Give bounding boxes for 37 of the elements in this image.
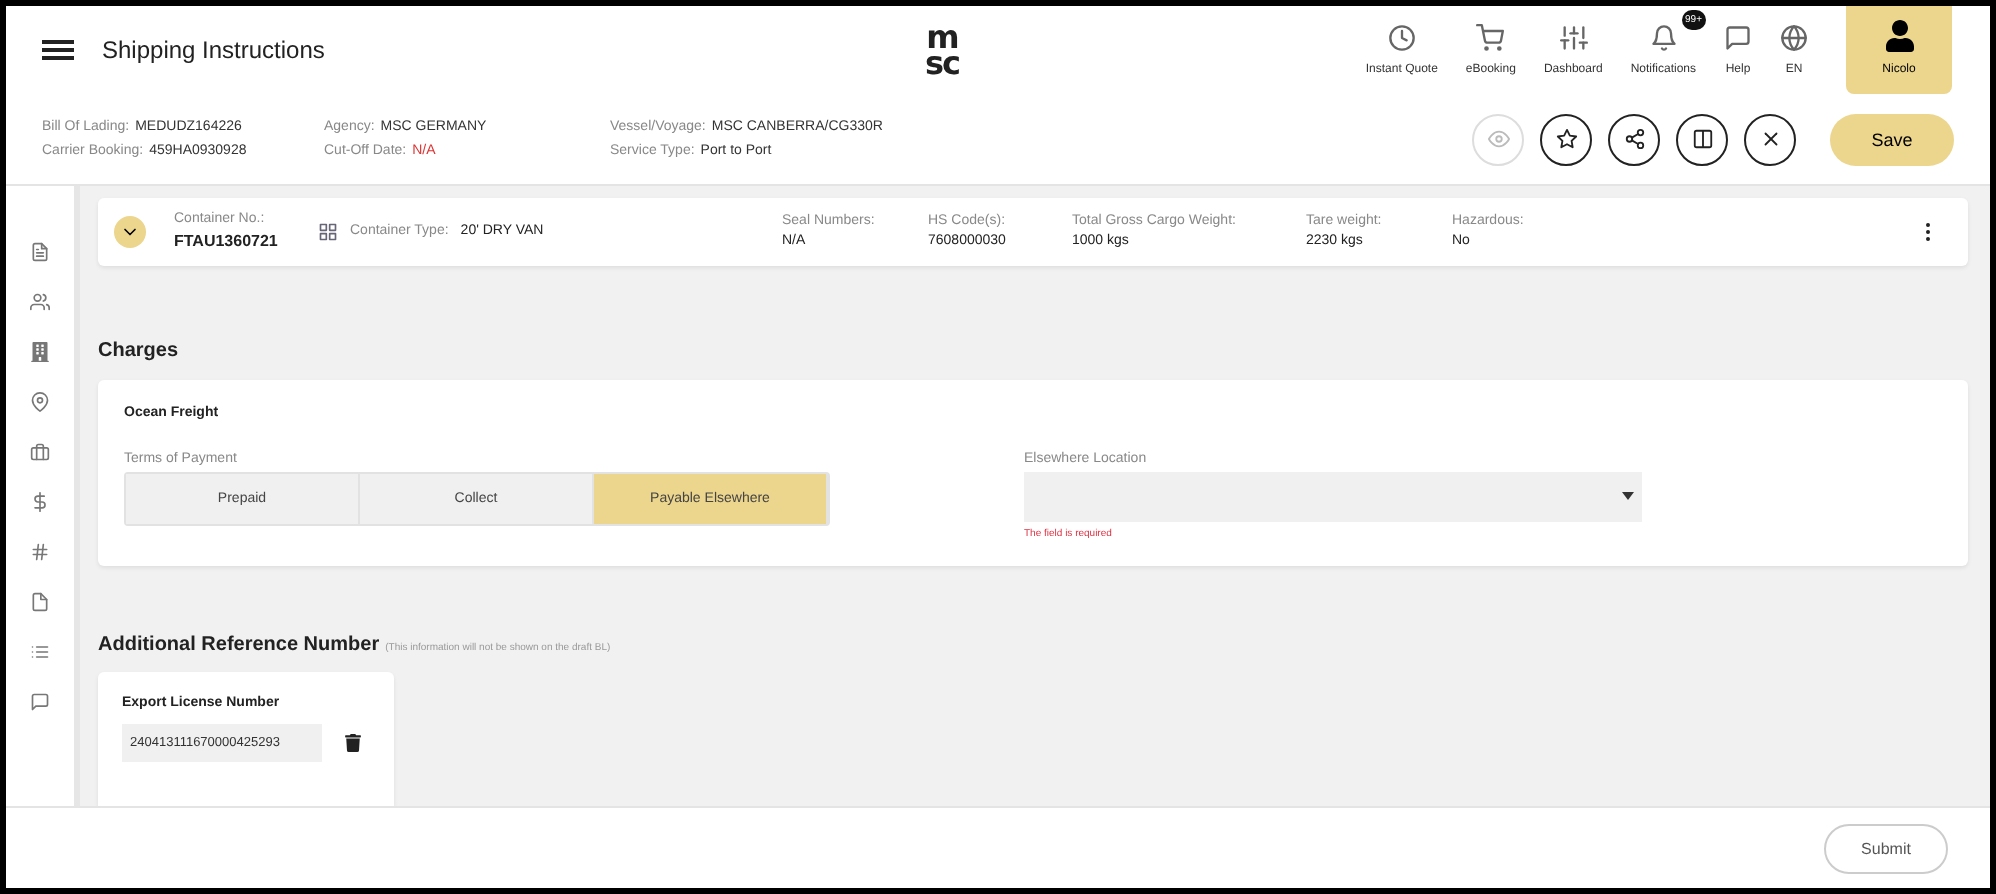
container-number: FTAU1360721 [174, 232, 280, 251]
document-icon[interactable] [30, 242, 50, 262]
eye-icon [1487, 128, 1509, 150]
page-title: Shipping Instructions [102, 36, 327, 64]
expand-button[interactable] [114, 215, 146, 248]
bell-icon [1649, 24, 1678, 52]
map-pin-icon[interactable] [30, 392, 50, 412]
comment-icon[interactable] [30, 692, 50, 712]
star-button[interactable] [1540, 113, 1592, 165]
people-icon[interactable] [30, 292, 50, 312]
dropdown-caret-icon [1622, 492, 1634, 501]
briefcase-icon[interactable] [30, 442, 50, 462]
container-icon [318, 221, 338, 242]
delete-icon[interactable] [344, 733, 362, 752]
close-icon [1759, 128, 1781, 150]
user-icon [1883, 20, 1915, 52]
checklist-icon[interactable] [30, 642, 50, 662]
file-icon[interactable] [30, 592, 50, 612]
split-panel-icon [1691, 128, 1713, 150]
share-icon [1623, 128, 1645, 150]
sliders-icon [1559, 24, 1588, 52]
chat-bubble-icon [1724, 24, 1752, 52]
save-button[interactable]: Save [1830, 113, 1954, 165]
section-heading: Additional Reference Number [98, 633, 380, 656]
hash-icon[interactable] [30, 542, 50, 562]
globe-icon [1780, 24, 1808, 52]
share-button[interactable] [1608, 113, 1660, 165]
star-icon [1555, 128, 1577, 150]
logo[interactable]: m sc [902, 24, 982, 76]
compare-button[interactable] [1676, 113, 1728, 165]
submit-button[interactable]: Submit [1824, 823, 1948, 873]
building-icon[interactable] [30, 342, 50, 362]
dollar-icon[interactable] [30, 492, 50, 512]
section-heading: Charges [98, 339, 181, 362]
menu-button[interactable] [42, 38, 74, 62]
close-button[interactable] [1744, 113, 1796, 165]
cart-icon [1476, 24, 1505, 52]
